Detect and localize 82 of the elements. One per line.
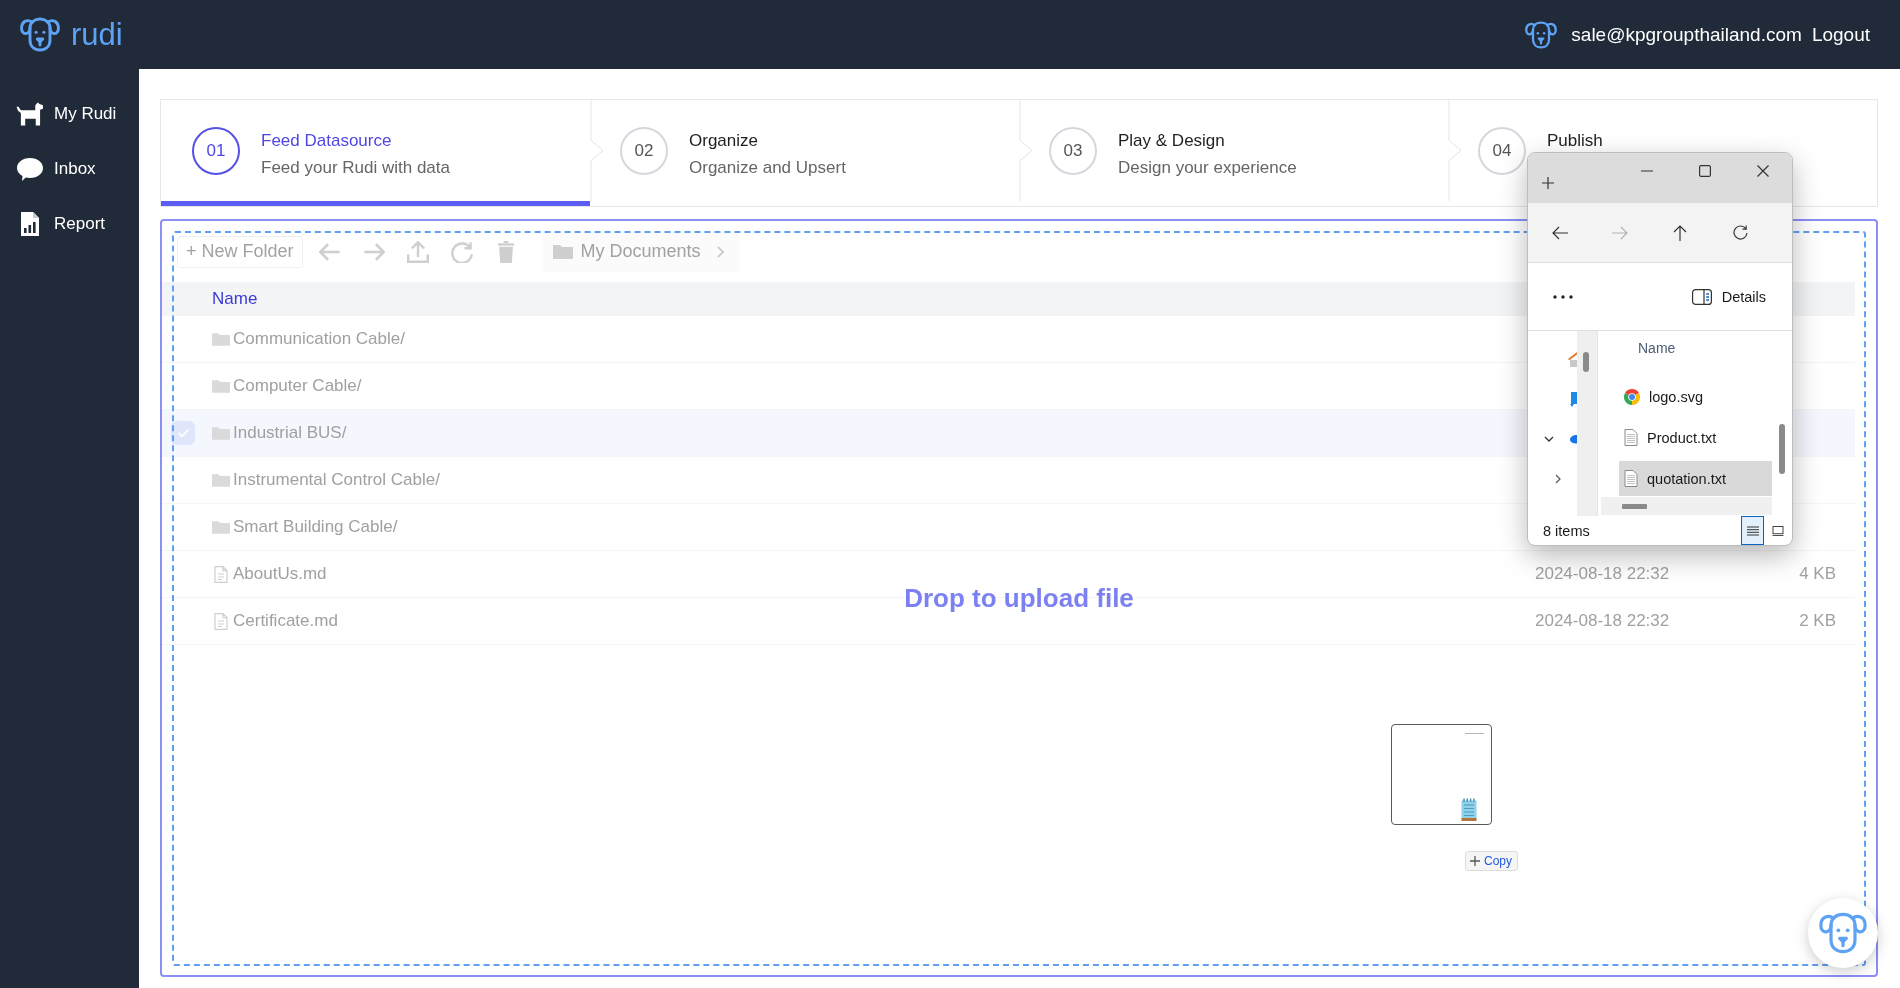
document-icon [214,612,228,630]
maximize-icon [1699,165,1711,177]
folder-icon [212,379,230,393]
refresh-icon[interactable] [450,240,473,263]
refresh-icon [1732,225,1748,240]
plus-icon [1470,856,1480,866]
step-title: Organize [689,132,759,150]
sidebar-item[interactable]: Inbox [0,149,139,189]
speech-bubble-icon [17,157,43,181]
up-arrow-icon [1673,224,1687,241]
document-icon [214,565,228,583]
file-name: Certificate.md [233,611,338,631]
dog-face-icon [1819,912,1867,954]
plus-icon [1542,177,1554,189]
step-title: Play & Design [1118,132,1226,150]
file-size: 2 KB [1799,611,1836,630]
report-icon [21,212,39,236]
app-name: rudi [71,17,123,52]
user-email: sale@kpgroupthailand.com [1571,23,1802,46]
chevron-right-icon[interactable] [1555,474,1561,484]
logout-link[interactable]: Logout [1811,23,1870,46]
item-count: 8 items [1543,522,1590,539]
thumbnail-icon [1772,525,1784,536]
sidebar-item[interactable]: My Rudi [0,94,139,134]
more-icon [1553,294,1573,299]
list-icon [1746,525,1759,536]
step-subtitle: Design your experience [1118,158,1297,178]
chevron-down-icon[interactable] [1544,436,1554,442]
notepad-icon [1461,798,1477,821]
dog-face-icon [20,17,60,52]
column-header[interactable]: Name [212,289,258,309]
scrollbar-thumb[interactable] [1583,352,1589,372]
step-title: Publish [1547,132,1603,150]
file-item[interactable]: quotation.txt [1619,461,1772,496]
details-button[interactable]: Details [1687,284,1770,309]
step-number: 01 [192,126,240,175]
house-icon[interactable] [1568,351,1577,367]
sidebar-item[interactable]: Report [0,204,139,244]
dog-face-icon [1525,20,1558,49]
scrollbar-thumb[interactable] [1779,424,1785,474]
scrollbar-thumb[interactable] [1622,504,1647,509]
details-pane-icon [1691,288,1712,305]
minimize-icon [1641,170,1653,172]
file-name: Industrial BUS/ [233,423,347,443]
folder-icon [212,473,230,487]
forward-arrow-icon [1612,225,1628,240]
folder-icon [212,520,230,534]
desktop-icon[interactable] [1568,391,1577,407]
file-name: AboutUs.md [233,564,327,584]
check-icon [177,429,189,437]
step-tab[interactable]: 02 Organize Organize and Upsert [590,100,1019,206]
step-tab[interactable]: 03 Play & Design Design your experience [1019,100,1448,206]
chrome-icon [1624,388,1640,405]
step-number: 02 [620,126,668,175]
modified-date: 2024-08-18 22:32 [1535,611,1670,630]
step-subtitle: Feed your Rudi with data [261,158,450,178]
upload-icon[interactable] [406,240,429,263]
file-name: Computer Cable/ [233,376,362,396]
folder-icon [212,426,230,440]
folder-icon [212,332,230,346]
step-subtitle: Organize and Upsert [689,158,846,178]
dog-icon [16,102,44,126]
close-icon [1757,165,1769,177]
file-item[interactable]: Product.txt [1619,420,1772,455]
text-file-icon [1624,470,1638,487]
modified-date: 2024-08-18 22:32 [1535,564,1670,583]
file-name: Instrumental Control Cable/ [233,470,440,490]
step-number: 04 [1478,126,1526,175]
step-tab[interactable]: 01 Feed Datasource Feed your Rudi with data [161,100,590,206]
copy-label: Copy [1484,854,1512,868]
step-number: 03 [1049,126,1097,175]
step-title: Feed Datasource [261,132,393,150]
text-file-icon [1624,429,1638,446]
row-checkbox[interactable] [171,421,195,445]
file-name: Communication Cable/ [233,329,405,349]
text-line [1465,733,1484,734]
column-header[interactable]: Name [1638,339,1676,357]
folder-icon [552,244,573,259]
file-size: 4 KB [1799,564,1836,583]
back-arrow-icon [1552,225,1568,240]
details-view-button[interactable] [1741,516,1764,545]
file-name: Smart Building Cable/ [233,517,398,537]
